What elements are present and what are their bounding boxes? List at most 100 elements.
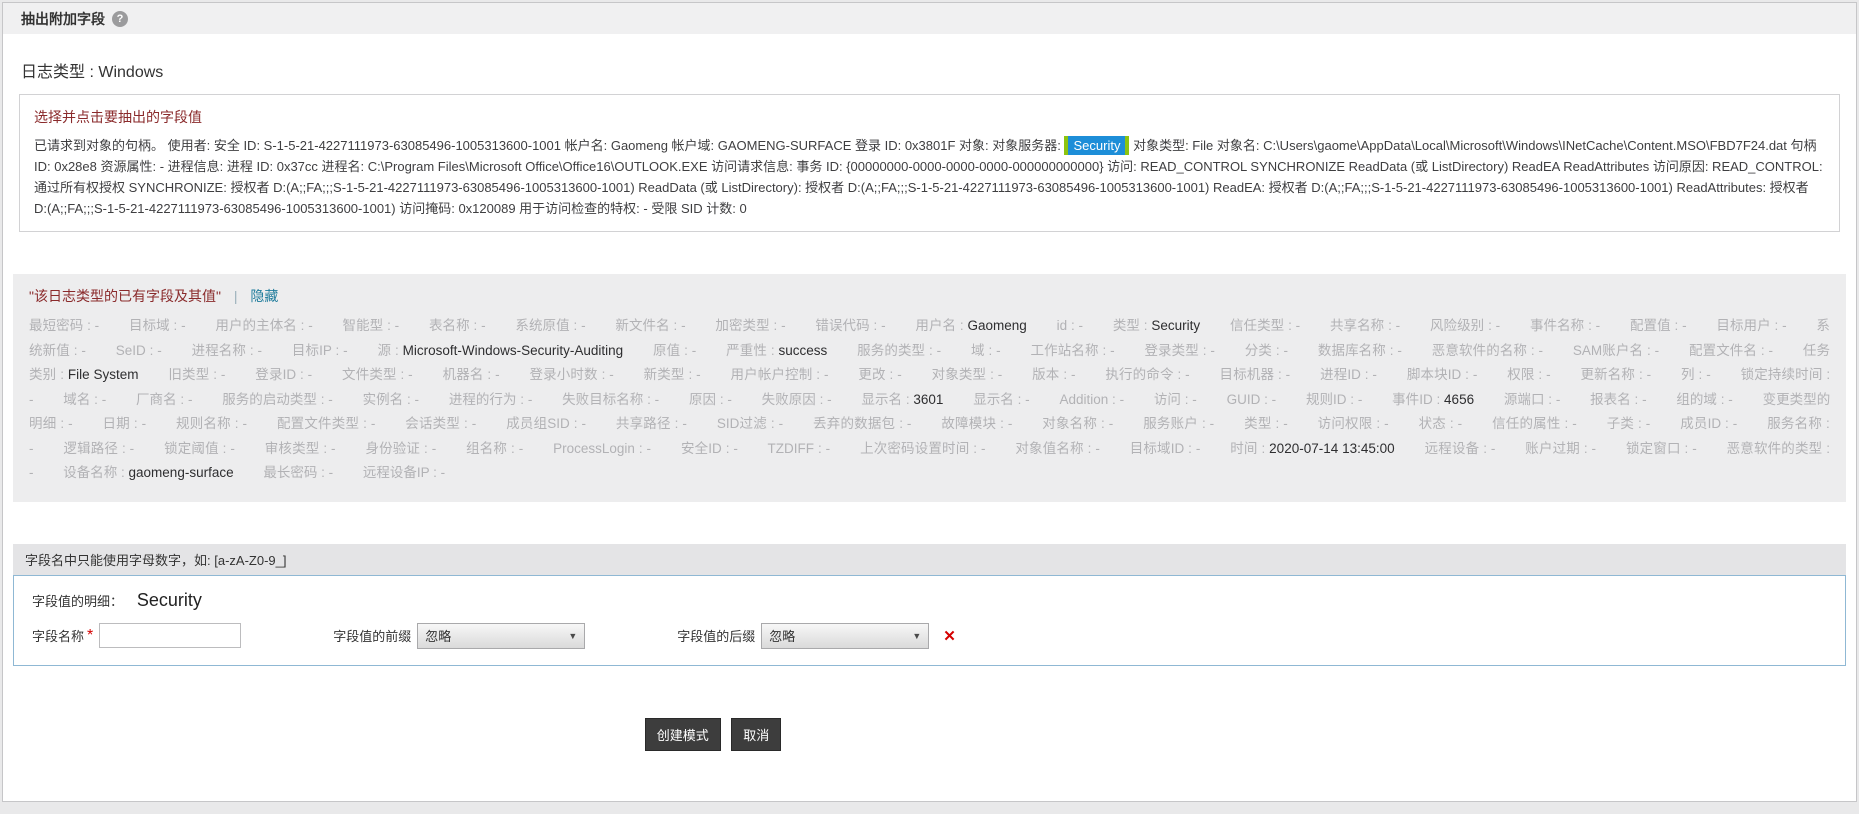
field-item-value: - (1782, 318, 1787, 333)
field-item-label: 锁定持续时间 (1741, 367, 1823, 382)
field-item-value: - (907, 416, 912, 431)
field-item-label: 新文件名 (615, 318, 669, 333)
field-item-label: 脚本块ID (1407, 367, 1461, 382)
field-item[interactable]: 用户名 : Gaomeng (915, 318, 1052, 333)
field-item-label: 信任的属性 (1492, 416, 1561, 431)
field-item-value: - (1473, 367, 1478, 382)
field-item-value: - (881, 318, 886, 333)
field-item: 规则ID : - (1306, 392, 1388, 407)
field-item-value: - (1458, 416, 1463, 431)
field-item: 配置文件类型 : - (277, 416, 401, 431)
field-item-value: Security (1151, 318, 1200, 333)
field-item-value: - (1682, 318, 1687, 333)
field-item-label: 列 (1681, 367, 1695, 382)
field-item-label: 事件ID (1392, 392, 1433, 407)
field-item-label: 目标用户 (1716, 318, 1770, 333)
field-item-label: 域 (971, 343, 985, 358)
field-item-label: 信任类型 (1230, 318, 1284, 333)
cancel-button[interactable]: 取消 (731, 718, 781, 751)
field-item-value: - (495, 367, 500, 382)
field-item-value: 3601 (913, 392, 943, 407)
field-item: 会话类型 : - (405, 416, 502, 431)
field-item-label: 用户帐户控制 (731, 367, 813, 382)
field-item[interactable]: 时间 : 2020-07-14 13:45:00 (1230, 441, 1420, 456)
field-item-label: 规则名称 (176, 416, 231, 431)
remove-row-icon[interactable]: ✕ (943, 627, 956, 645)
field-item-label: 组的域 (1676, 392, 1717, 407)
field-item-value: - (1283, 343, 1288, 358)
create-pattern-button[interactable]: 创建模式 (645, 718, 721, 751)
field-item-value: - (343, 343, 348, 358)
field-item: 丢弃的数据包 : - (813, 416, 937, 431)
field-item-label: 执行的命令 (1105, 367, 1173, 382)
field-item: 逻辑路径 : - (63, 441, 160, 456)
field-item: 数据库名称 : - (1318, 343, 1428, 358)
field-item: 规则名称 : - (176, 416, 273, 431)
field-item[interactable]: 事件ID : 4656 (1392, 392, 1500, 407)
field-item-label: 风险级别 (1430, 318, 1484, 333)
field-item-label: 厂商名 (136, 392, 177, 407)
field-item-label: 共享路径 (616, 416, 671, 431)
field-item: 进程ID : - (1320, 367, 1403, 382)
field-item: 类型 : - (1244, 416, 1314, 431)
field-item-value: - (408, 367, 413, 382)
field-item-label: 原值 (653, 343, 680, 358)
field-item-label: 显示名 (973, 392, 1014, 407)
field-item: 服务账户 : - (1143, 416, 1240, 431)
field-item-label: 域名 (63, 392, 90, 407)
prefix-dropdown[interactable]: 忽略 ▼ (417, 623, 585, 649)
field-item-label: 报表名 (1590, 392, 1631, 407)
field-item-value: - (142, 416, 147, 431)
field-item-value: - (1296, 318, 1301, 333)
field-item: 组名称 : - (466, 441, 549, 456)
field-item: 机器名 : - (443, 367, 526, 382)
field-item[interactable]: 类型 : Security (1113, 318, 1226, 333)
field-item-label: 恶意软件的名称 (1432, 343, 1527, 358)
field-item-label: 进程的行为 (449, 392, 517, 407)
field-item-label: 类型 (1113, 318, 1140, 333)
field-item[interactable]: 源 : Microsoft-Windows-Security-Auditing (377, 343, 649, 358)
log-message-panel: 选择并点击要抽出的字段值 已请求到对象的句柄。 使用者: 安全 ID: S-1-… (19, 94, 1840, 232)
field-item-label: 用户的主体名 (215, 318, 296, 333)
help-icon[interactable]: ? (112, 11, 128, 27)
field-item-label: 登录类型 (1144, 343, 1198, 358)
field-item-value: - (727, 392, 732, 407)
field-item-label: 审核类型 (265, 441, 320, 456)
field-item: 新类型 : - (644, 367, 727, 382)
log-type: 日志类型 : Windows (3, 34, 1856, 94)
field-item-label: 权限 (1507, 367, 1534, 382)
field-item-value: - (733, 441, 738, 456)
field-item-value: - (1642, 392, 1647, 407)
field-item-label: 失败原因 (762, 392, 816, 407)
field-item[interactable]: 严重性 : success (726, 343, 853, 358)
field-item-value: - (308, 367, 313, 382)
field-item[interactable]: 显示名 : 3601 (861, 392, 969, 407)
field-item-label: 远程设备 (1425, 441, 1480, 456)
field-item-value: - (681, 318, 686, 333)
field-item: Addition : - (1059, 392, 1150, 407)
field-item[interactable]: 设备名称 : gaomeng-surface (63, 465, 259, 480)
field-item-value: - (81, 343, 86, 358)
selected-value-highlight[interactable]: Security (1064, 136, 1129, 155)
log-message-before[interactable]: 已请求到对象的句柄。 使用者: 安全 ID: S-1-5-21-42271119… (34, 138, 1064, 153)
field-item-label: 严重性 (726, 343, 767, 358)
field-item-label: 表名称 (429, 318, 470, 333)
field-item-label: ProcessLogin (553, 441, 635, 456)
suffix-dropdown[interactable]: 忽略 ▼ (761, 623, 929, 649)
field-item: 加密类型 : - (715, 318, 811, 333)
field-item-value: - (221, 367, 226, 382)
field-item: SeID : - (116, 343, 188, 358)
field-item-value: Gaomeng (967, 318, 1026, 333)
field-item: 系统原值 : - (515, 318, 611, 333)
field-item-label: 新类型 (644, 367, 685, 382)
field-item-label: 版本 (1032, 367, 1059, 382)
field-item-label: 规则ID (1306, 392, 1347, 407)
hide-link[interactable]: 隐藏 (250, 288, 278, 304)
field-item-label: 状态 (1419, 416, 1446, 431)
field-item-label: 旧类型 (168, 367, 209, 382)
field-item: SID过滤 : - (717, 416, 809, 431)
log-message[interactable]: 已请求到对象的句柄。 使用者: 安全 ID: S-1-5-21-42271119… (34, 135, 1825, 219)
field-name-input[interactable] (99, 623, 241, 648)
field-item: 目标域ID : - (1130, 441, 1227, 456)
selected-value-text[interactable]: Security (1068, 136, 1125, 155)
